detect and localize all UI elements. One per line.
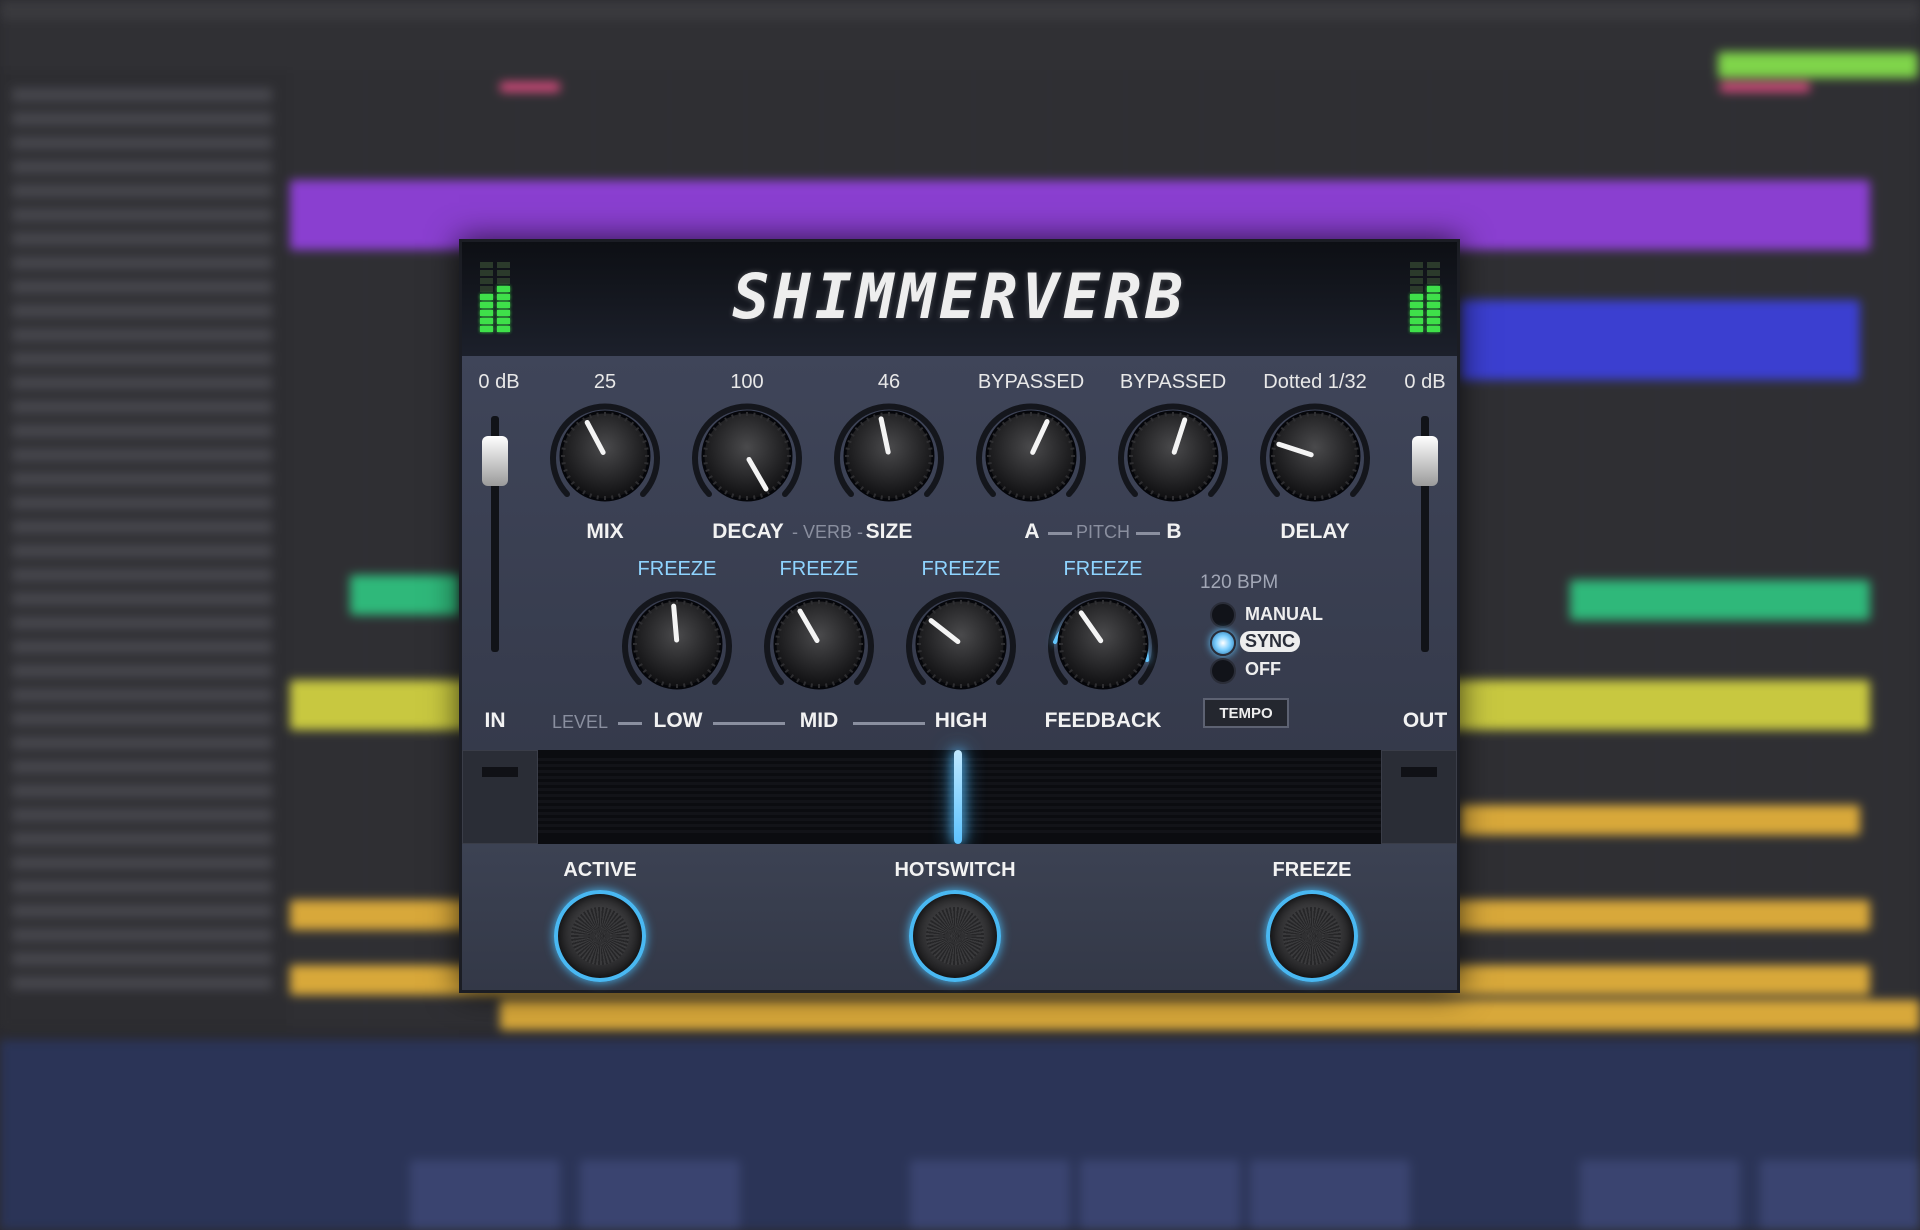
- freeze-footswitch[interactable]: [1266, 890, 1358, 982]
- pitch-a-label: A: [1024, 520, 1040, 543]
- feedback-label: FEEDBACK: [1044, 709, 1162, 732]
- daw-toolbar: [0, 20, 1920, 70]
- hotswitch-position-indicator[interactable]: [954, 750, 962, 844]
- output-label: OUT: [1402, 709, 1448, 732]
- decay-value: 100: [730, 371, 764, 393]
- low-label: LOW: [653, 709, 703, 732]
- active-footswitch[interactable]: [554, 890, 646, 982]
- hotswitch-label: HOTSWITCH: [894, 859, 1016, 881]
- sync-option-sync-radio[interactable]: [1210, 630, 1236, 656]
- strip-left-end: [462, 750, 538, 844]
- plugin-controls-panel: 0 dB IN 0 dB OUT 25 100 46 BYPASSED BYPA…: [462, 356, 1457, 750]
- decay-label: DECAY: [712, 520, 784, 543]
- level-line-3: [853, 722, 925, 725]
- pitch-b-label: B: [1166, 520, 1182, 543]
- plugin-title: SHIMMERVERB: [732, 260, 1187, 333]
- sync-option-off-label[interactable]: OFF: [1245, 659, 1281, 680]
- hotswitch-footswitch[interactable]: [909, 890, 1001, 982]
- sync-option-sync-label[interactable]: SYNC: [1240, 631, 1301, 652]
- active-label: ACTIVE: [563, 859, 637, 881]
- pitch-line-right: [1136, 532, 1160, 535]
- bpm-readout: 120 BPM: [1200, 572, 1279, 593]
- low-knob[interactable]: [617, 584, 737, 704]
- mix-value: 25: [593, 371, 617, 393]
- mix-knob[interactable]: [545, 396, 665, 516]
- sync-option-manual-radio[interactable]: [1210, 602, 1236, 628]
- low-freeze-label: FREEZE: [637, 558, 717, 580]
- input-label: IN: [484, 709, 506, 732]
- delay-label: DELAY: [1280, 520, 1350, 543]
- delay-knob[interactable]: [1255, 396, 1375, 516]
- high-knob[interactable]: [901, 584, 1021, 704]
- output-fader-handle[interactable]: [1412, 436, 1438, 486]
- freeze-label: FREEZE: [1272, 859, 1352, 881]
- hotswitch-strip[interactable]: [462, 750, 1457, 844]
- tempo-button[interactable]: TEMPO: [1203, 698, 1289, 728]
- high-freeze-label: FREEZE: [921, 558, 1001, 580]
- plugin-header: SHIMMERVERB: [462, 242, 1457, 356]
- pitch-line-left: [1048, 532, 1072, 535]
- size-label: SIZE: [865, 520, 913, 543]
- feedback-knob[interactable]: [1043, 584, 1163, 704]
- footswitch-panel: ACTIVE HOTSWITCH FREEZE: [462, 844, 1457, 990]
- level-label: LEVEL: [552, 712, 609, 732]
- sync-option-manual-label[interactable]: MANUAL: [1245, 604, 1323, 625]
- pitch-a-knob[interactable]: [971, 396, 1091, 516]
- input-fader-handle[interactable]: [482, 436, 508, 486]
- high-label: HIGH: [934, 709, 988, 732]
- feedback-freeze-label: FREEZE: [1063, 558, 1143, 580]
- mid-knob[interactable]: [759, 584, 879, 704]
- mid-freeze-label: FREEZE: [779, 558, 859, 580]
- level-line-1: [618, 722, 642, 725]
- daw-menubar: [0, 0, 1920, 20]
- strip-right-end: [1381, 750, 1457, 844]
- mid-label: MID: [799, 709, 839, 732]
- mix-label: MIX: [586, 520, 624, 543]
- size-value: 46: [877, 371, 901, 393]
- daw-track-list: [0, 70, 290, 1030]
- pitch-group-label: PITCH: [1076, 522, 1130, 542]
- shimmerverb-plugin-window: SHIMMERVERB 0 dB IN 0 dB OUT 25 100 46 B…: [459, 239, 1460, 993]
- pitch-b-value: BYPASSED: [1119, 371, 1227, 393]
- size-knob[interactable]: [829, 396, 949, 516]
- pitch-b-knob[interactable]: [1113, 396, 1233, 516]
- decay-knob[interactable]: [687, 396, 807, 516]
- sync-option-off-radio[interactable]: [1210, 658, 1236, 684]
- level-line-2: [713, 722, 785, 725]
- output-vu-meter: [1410, 260, 1444, 332]
- pitch-a-value: BYPASSED: [977, 371, 1085, 393]
- delay-value: Dotted 1/32: [1263, 371, 1367, 393]
